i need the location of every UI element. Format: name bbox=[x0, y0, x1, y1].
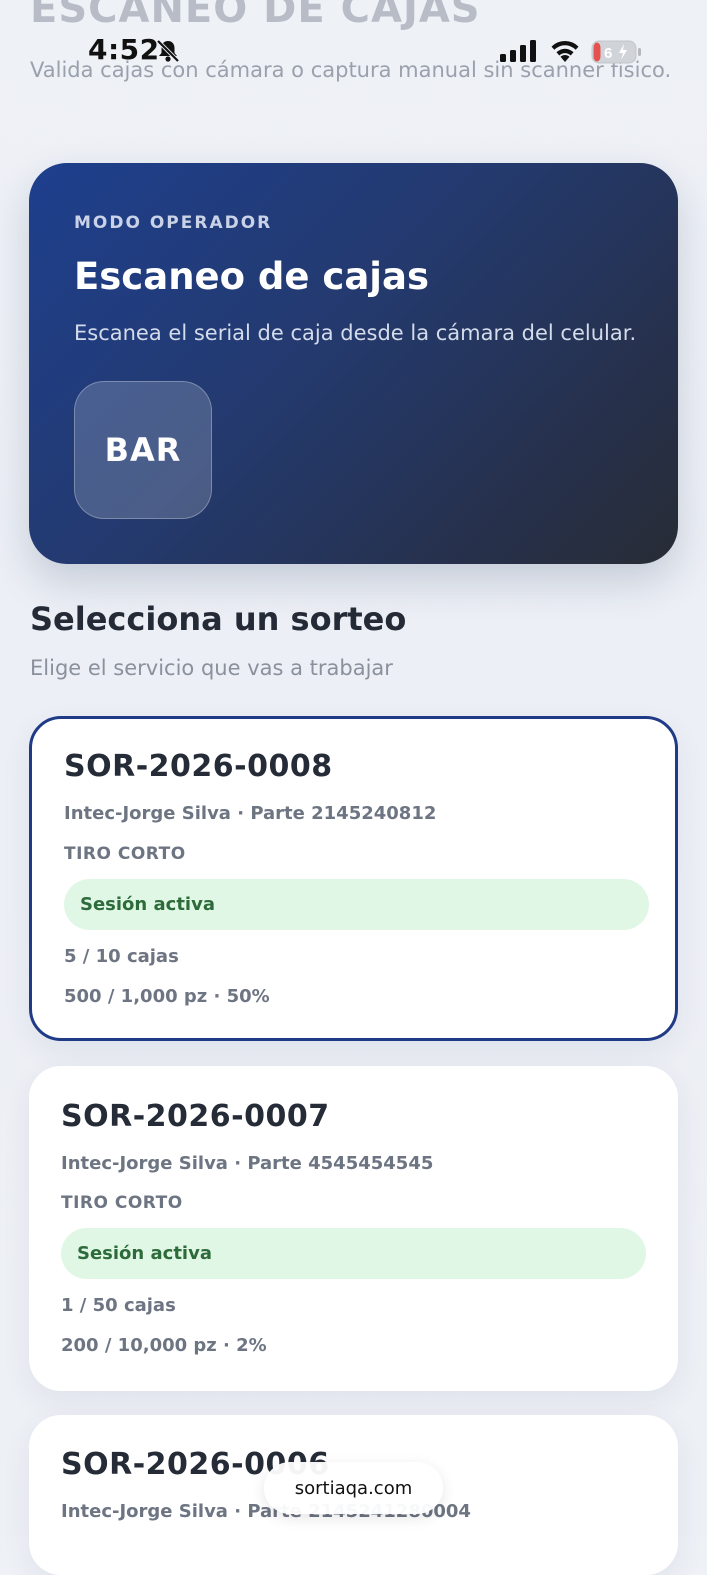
hero-eyebrow: MODO OPERADOR bbox=[74, 213, 273, 233]
sorteo-client: Intec-Jorge Silva · Parte 2145240812 bbox=[64, 803, 437, 824]
sorteo-pieces: 200 / 10,000 pz · 2% bbox=[61, 1335, 267, 1356]
sorteo-type: TIRO CORTO bbox=[61, 1193, 183, 1213]
page-subtitle: Valida cajas con cámara o captura manual… bbox=[30, 58, 672, 82]
sorteo-boxes: 5 / 10 cajas bbox=[64, 946, 179, 967]
page-title: ESCANEO DE CAJAS bbox=[30, 0, 481, 32]
section-subtitle: Elige el servicio que vas a trabajar bbox=[30, 656, 393, 680]
sorteo-client: Intec-Jorge Silva · Parte 4545454545 bbox=[61, 1153, 434, 1174]
section-title: Selecciona un sorteo bbox=[30, 600, 407, 638]
sorteo-id: SOR-2026-0007 bbox=[61, 1099, 330, 1134]
sorteo-pieces: 500 / 1,000 pz · 50% bbox=[64, 986, 270, 1007]
hero-title: Escaneo de cajas bbox=[74, 255, 429, 298]
sorteo-type: TIRO CORTO bbox=[64, 844, 186, 864]
browser-url-bar[interactable]: sortiaqa.com bbox=[264, 1462, 443, 1514]
status-badge: Sesión activa bbox=[61, 1228, 646, 1279]
operator-mode-card: MODO OPERADOR Escaneo de cajas Escanea e… bbox=[29, 163, 678, 564]
sorteo-card[interactable]: SOR-2026-0007 Intec-Jorge Silva · Parte … bbox=[29, 1066, 678, 1391]
status-badge: Sesión activa bbox=[64, 879, 649, 930]
hero-subtitle: Escanea el serial de caja desde la cámar… bbox=[74, 321, 637, 345]
barcode-scan-button[interactable]: BAR bbox=[74, 381, 212, 519]
sorteo-boxes: 1 / 50 cajas bbox=[61, 1295, 176, 1316]
sorteo-card[interactable]: SOR-2026-0008 Intec-Jorge Silva · Parte … bbox=[29, 716, 678, 1041]
sorteo-id: SOR-2026-0008 bbox=[64, 749, 333, 784]
